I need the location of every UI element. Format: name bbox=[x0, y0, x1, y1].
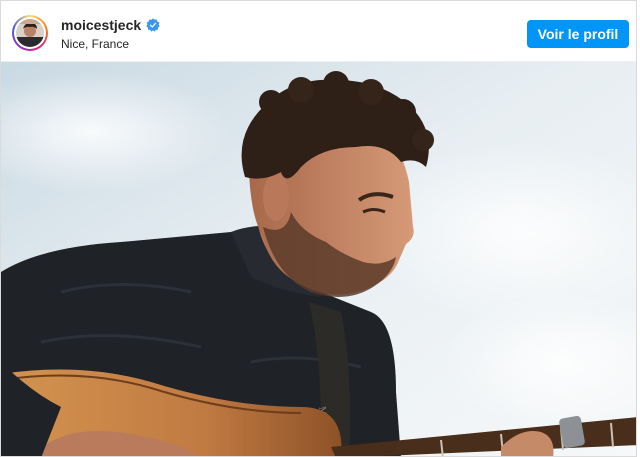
username-link[interactable]: moicestjeck bbox=[61, 16, 141, 34]
avatar-inner bbox=[14, 17, 46, 49]
post-photo[interactable]: MA bbox=[1, 62, 636, 456]
user-info: moicestjeck Nice, France bbox=[61, 16, 160, 52]
view-profile-button[interactable]: Voir le profil bbox=[527, 20, 629, 48]
photo-illustration: MA bbox=[1, 62, 636, 456]
avatar[interactable] bbox=[12, 15, 48, 51]
username-row: moicestjeck bbox=[61, 16, 160, 34]
verified-badge-icon bbox=[146, 18, 160, 32]
instagram-post-embed: moicestjeck Nice, France Voir le profil bbox=[0, 0, 637, 457]
avatar-image bbox=[16, 19, 44, 47]
avatar-photo bbox=[16, 19, 44, 47]
post-header: moicestjeck Nice, France Voir le profil bbox=[1, 1, 636, 62]
location-link[interactable]: Nice, France bbox=[61, 36, 160, 52]
